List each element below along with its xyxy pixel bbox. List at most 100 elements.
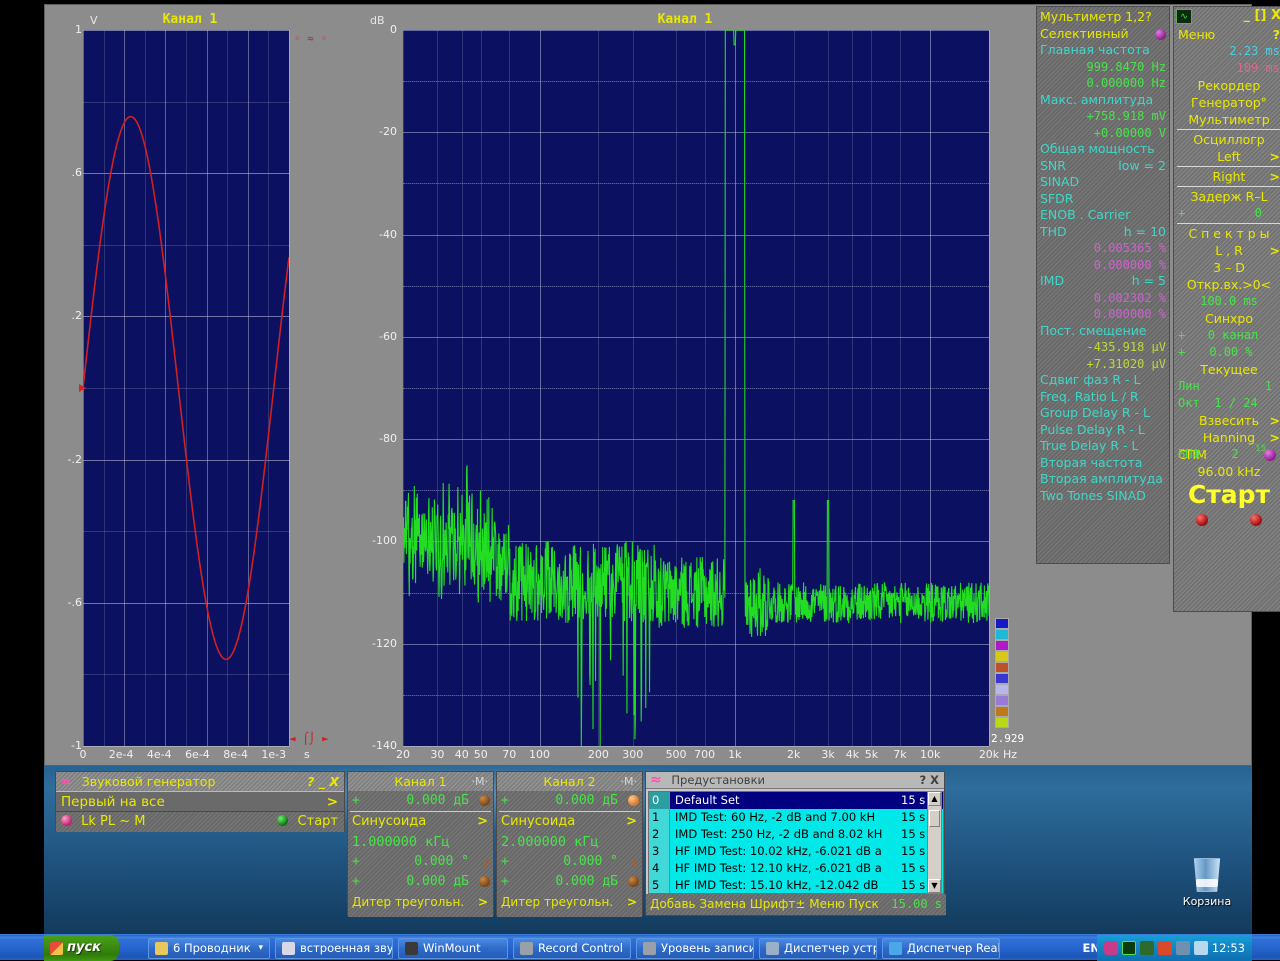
oscilloscope-plot[interactable] bbox=[83, 30, 290, 747]
menu-row[interactable]: Меню ? bbox=[1174, 26, 1280, 43]
chevron-down-icon[interactable]: ▾ bbox=[258, 939, 263, 958]
multimeter-row[interactable]: +7.31020 µV bbox=[1040, 356, 1166, 373]
multimeter-row[interactable]: Пост. смещение bbox=[1040, 323, 1166, 340]
presets-window-buttons[interactable]: ? X bbox=[919, 772, 939, 789]
scroll-up-button[interactable]: ▲ bbox=[928, 792, 941, 806]
wave-icon[interactable] bbox=[1103, 941, 1118, 955]
multimeter-mode-row[interactable]: Селективный bbox=[1040, 26, 1166, 43]
multimeter-row[interactable]: 0.000000 % bbox=[1040, 306, 1166, 323]
channel-1-amplitude-knob-icon[interactable] bbox=[479, 876, 490, 887]
minimize-button[interactable]: _ bbox=[1244, 8, 1251, 23]
channel-2-waveform-arrow-icon[interactable]: > bbox=[626, 812, 637, 832]
sample-rate-value[interactable]: 96.00 kHz bbox=[1174, 463, 1280, 480]
multimeter-row[interactable]: ENOB . Carrier bbox=[1040, 207, 1166, 224]
channel-1-dither-row[interactable]: Дитер треугольн. > bbox=[348, 892, 493, 912]
multimeter-title[interactable]: Мультиметр 1,2? bbox=[1040, 9, 1166, 26]
weight-expand-arrow-icon[interactable]: > bbox=[1270, 412, 1280, 429]
channel-2-titlebar[interactable]: Канал 2 ·M· bbox=[497, 772, 642, 791]
oscilloscope-marker-top[interactable]: ◦ ≈ ◦ bbox=[294, 32, 327, 45]
taskbar-button[interactable]: встроенная звy… bbox=[275, 938, 393, 959]
multimeter-row[interactable]: Главная частота bbox=[1040, 42, 1166, 59]
generator-flags[interactable]: Lk PL ~ M bbox=[81, 814, 145, 829]
multimeter-row[interactable]: Сдвиг фаз R - L bbox=[1040, 372, 1166, 389]
weight-row[interactable]: Взвесить > bbox=[1174, 412, 1280, 429]
taskbar-button[interactable]: Уровень записи bbox=[636, 938, 754, 959]
generator-close-button[interactable]: X bbox=[329, 774, 339, 789]
multimeter-row[interactable]: 0.000000 Hz bbox=[1040, 75, 1166, 92]
left-channel-row[interactable]: Left > bbox=[1174, 148, 1280, 165]
presets-statusbar[interactable]: 15.00 s Добавь Замена Шрифт± Меню Пуск bbox=[646, 894, 946, 915]
taskbar-button[interactable]: 6 Проводник ▾ bbox=[148, 938, 270, 959]
channel-2-amplitude[interactable]: +0.000 дБ bbox=[497, 872, 642, 892]
preset-row[interactable]: 1 IMD Test: 60 Hz, -2 dB and 7.00 kH 15 s bbox=[649, 809, 943, 826]
multimeter-row[interactable]: THD h = 10 bbox=[1040, 224, 1166, 241]
multimeter-row[interactable]: Макс. амплитуда bbox=[1040, 92, 1166, 109]
generator-button[interactable]: Генератор° bbox=[1174, 94, 1280, 111]
trace-color-swatch[interactable] bbox=[995, 695, 1009, 706]
channel-2-frequency[interactable]: 2.000000 кГц bbox=[497, 832, 642, 852]
scroll-down-button[interactable]: ▼ bbox=[928, 879, 941, 893]
fft-row[interactable]: БПФ 2 15 bbox=[1174, 444, 1280, 463]
multimeter-row[interactable]: 999.8470 Hz bbox=[1040, 59, 1166, 76]
trace-color-swatch[interactable] bbox=[995, 618, 1009, 629]
close-button[interactable]: X bbox=[1271, 8, 1280, 23]
3d-button[interactable]: 3 – D bbox=[1174, 259, 1280, 276]
right-expand-arrow-icon[interactable]: > bbox=[1270, 168, 1280, 185]
trace-color-swatch[interactable] bbox=[995, 629, 1009, 640]
multimeter-row[interactable]: +758.918 mV bbox=[1040, 108, 1166, 125]
multimeter-row[interactable]: Pulse Delay R - L bbox=[1040, 422, 1166, 439]
speaker-icon[interactable] bbox=[1193, 941, 1208, 955]
left-expand-arrow-icon[interactable]: > bbox=[1270, 148, 1280, 165]
lr-row[interactable]: L , R > bbox=[1174, 242, 1280, 259]
trace-color-swatch[interactable] bbox=[995, 684, 1009, 695]
channel-1-waveform-row[interactable]: Синусоида > bbox=[348, 812, 493, 832]
channel-1-amplitude[interactable]: +0.000 дБ bbox=[348, 872, 493, 892]
preset-row[interactable]: 4 HF IMD Test: 12.10 kHz, -6.021 dB a 15 s bbox=[649, 860, 943, 877]
first-to-all-row[interactable]: Первый на все > bbox=[56, 791, 344, 812]
spectrum-plot[interactable] bbox=[403, 30, 990, 747]
channel-1-phase[interactable]: +0.000 ° φ bbox=[348, 852, 493, 872]
multimeter-row[interactable]: True Delay R - L bbox=[1040, 438, 1166, 455]
menu-label[interactable]: Меню bbox=[1178, 27, 1215, 42]
taskbar-button[interactable]: Диспетчер Realt… bbox=[882, 938, 1000, 959]
generator-help-button[interactable]: ? bbox=[307, 774, 314, 789]
multimeter-row[interactable]: Вторая амплитуда bbox=[1040, 471, 1166, 488]
scrollbar-thumb[interactable] bbox=[929, 810, 940, 827]
preset-row[interactable]: 3 HF IMD Test: 10.02 kHz, -6.021 dB a 15 s bbox=[649, 843, 943, 860]
oct-row[interactable]: Окт 1 / 24 bbox=[1174, 395, 1280, 412]
oscilloscope-button[interactable]: Осциллогр bbox=[1174, 131, 1280, 148]
sync-label[interactable]: Синхро bbox=[1174, 310, 1280, 327]
window-time-value[interactable]: 100.0 ms bbox=[1174, 293, 1280, 310]
taskbar-button[interactable]: Диспетчер устр… bbox=[759, 938, 877, 959]
sound-generator-titlebar[interactable]: ≈ Звуковой генератор ? _ X bbox=[56, 772, 344, 791]
volume-icon[interactable] bbox=[1157, 941, 1172, 955]
current-button[interactable]: Текущее bbox=[1174, 361, 1280, 378]
generator-start-label[interactable]: Старт bbox=[298, 814, 338, 829]
presets-scrollbar[interactable]: ▲ ▼ bbox=[927, 791, 942, 894]
multimeter-row[interactable]: SNR low = 2 bbox=[1040, 158, 1166, 175]
multimeter-row[interactable]: 0.005365 % bbox=[1040, 240, 1166, 257]
presets-help-button[interactable]: ? bbox=[919, 773, 926, 787]
channel-2-dither-arrow-icon[interactable]: > bbox=[627, 892, 637, 912]
clock[interactable]: 12:53 bbox=[1212, 941, 1245, 955]
trigger-marker-icon[interactable] bbox=[79, 384, 86, 392]
channel-1-frequency[interactable]: 1.000000 кГц bbox=[348, 832, 493, 852]
multimeter-row[interactable]: 0.000000 % bbox=[1040, 257, 1166, 274]
multimeter-row[interactable]: IMD h = 5 bbox=[1040, 273, 1166, 290]
channel-2-amplitude-knob-icon[interactable] bbox=[628, 876, 639, 887]
delay-rl-label[interactable]: Задерж R–L bbox=[1174, 188, 1280, 205]
lock-knob-icon[interactable] bbox=[61, 815, 72, 826]
channel-2-dither-row[interactable]: Дитер треугольн. > bbox=[497, 892, 642, 912]
presets-close-button[interactable]: X bbox=[930, 773, 939, 787]
desktop-icon-recycle-bin[interactable]: Корзина bbox=[1172, 858, 1242, 908]
multimeter-row[interactable]: 0.002302 % bbox=[1040, 290, 1166, 307]
multimeter-row[interactable]: +0.00000 V bbox=[1040, 125, 1166, 142]
restore-button[interactable]: [] bbox=[1255, 8, 1267, 23]
right-channel-row[interactable]: Right > bbox=[1174, 168, 1280, 185]
sync-level-row[interactable]: + 0.00 % bbox=[1174, 344, 1280, 361]
channel-2-waveform-row[interactable]: Синусоида > bbox=[497, 812, 642, 832]
presets-status-buttons[interactable]: Добавь Замена Шрифт± Меню Пуск bbox=[650, 897, 879, 911]
sync-channel-row[interactable]: + 0 канал bbox=[1174, 327, 1280, 344]
lr-expand-arrow-icon[interactable]: > bbox=[1270, 242, 1280, 259]
help-button[interactable]: ? bbox=[1273, 26, 1280, 43]
